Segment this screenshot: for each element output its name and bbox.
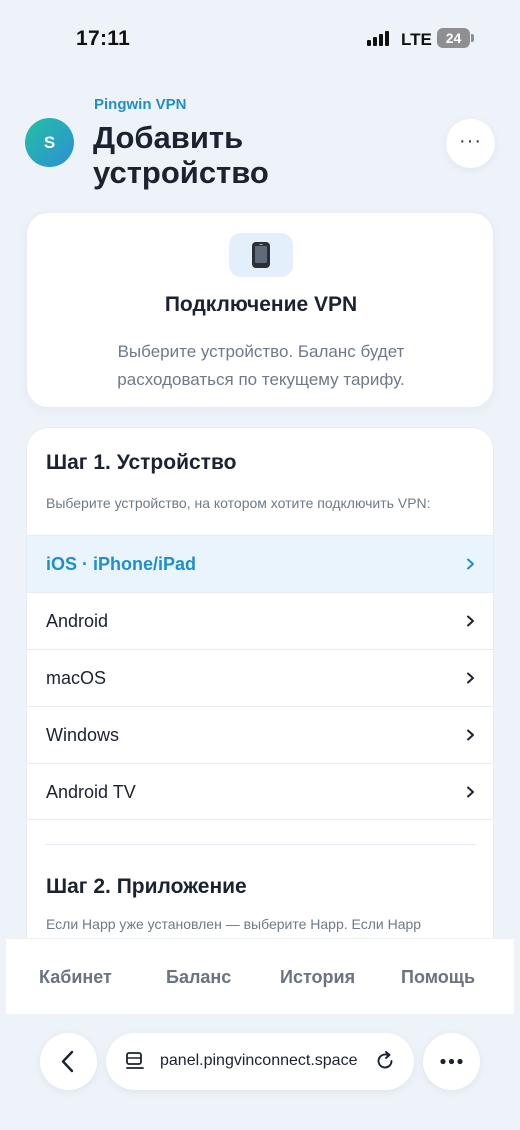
status-time: 17:11 — [76, 27, 131, 50]
address-bar[interactable]: panel.pingvinconnect.space — [106, 1033, 414, 1090]
step2-title: Шаг 2. Приложение — [46, 875, 247, 898]
steps-card: Шаг 1. Устройство Выберите устройство, н… — [26, 427, 494, 987]
device-label: Windows — [46, 725, 120, 745]
avatar[interactable]: S — [25, 118, 74, 167]
tab-balance[interactable]: Баланс — [166, 967, 231, 988]
chevron-right-icon — [467, 558, 474, 570]
page-menu-icon[interactable] — [124, 1050, 146, 1072]
device-label: Android TV — [46, 782, 136, 802]
device-label: macOS — [46, 668, 107, 688]
reload-icon[interactable] — [374, 1050, 396, 1072]
hero-description: Выберите устройство. Баланс будет расход… — [117, 342, 405, 389]
hero-title: Подключение VPN — [164, 293, 358, 316]
device-label: Android — [46, 611, 109, 631]
url-text: panel.pingvinconnect.space — [160, 1052, 358, 1069]
device-item-android-tv[interactable]: Android TV — [27, 763, 493, 820]
status-bar: 17:11 LTE 24 — [0, 0, 520, 78]
mobile-phone-icon — [252, 242, 270, 268]
tab-history[interactable]: История — [280, 967, 355, 988]
back-button[interactable] — [40, 1033, 97, 1090]
chevron-right-icon — [467, 729, 474, 741]
chevron-right-icon — [467, 672, 474, 684]
step2-description: Если Happ уже установлен — выберите Happ… — [46, 916, 422, 932]
device-item-macos[interactable]: macOS — [27, 649, 493, 706]
vpn-connection-card: Подключение VPN Выберите устройство. Бал… — [26, 212, 494, 408]
browser-toolbar: panel.pingvinconnect.space — [0, 1014, 520, 1130]
bottom-tab-bar: Кабинет Баланс История Помощь — [6, 938, 514, 1014]
page-title: Добавить устройство — [93, 120, 269, 190]
step1-description: Выберите устройство, на котором хотите п… — [46, 495, 431, 511]
hero-icon-box — [229, 233, 293, 277]
more-dots-icon — [440, 1058, 463, 1065]
device-item-windows[interactable]: Windows — [27, 706, 493, 763]
device-label: iOS · iPhone/iPad — [46, 554, 197, 574]
tab-help[interactable]: Помощь — [401, 967, 475, 988]
divider — [46, 844, 476, 845]
device-list: iOS · iPhone/iPad Android macOS Windows … — [27, 535, 493, 820]
device-item-android[interactable]: Android — [27, 592, 493, 649]
more-options-button[interactable]: ··· — [446, 119, 495, 168]
battery-icon: 24 — [437, 28, 470, 48]
chevron-right-icon — [467, 786, 474, 798]
chevron-left-icon — [61, 1050, 74, 1073]
step1-title: Шаг 1. Устройство — [46, 451, 237, 474]
network-type: LTE — [401, 30, 432, 49]
app-name: Pingwin VPN — [94, 96, 187, 113]
chevron-right-icon — [467, 615, 474, 627]
browser-more-button[interactable] — [423, 1033, 480, 1090]
tab-cabinet[interactable]: Кабинет — [39, 967, 112, 988]
battery-tip — [471, 34, 474, 42]
cellular-signal-icon — [367, 30, 393, 46]
device-item-ios[interactable]: iOS · iPhone/iPad — [27, 535, 493, 592]
